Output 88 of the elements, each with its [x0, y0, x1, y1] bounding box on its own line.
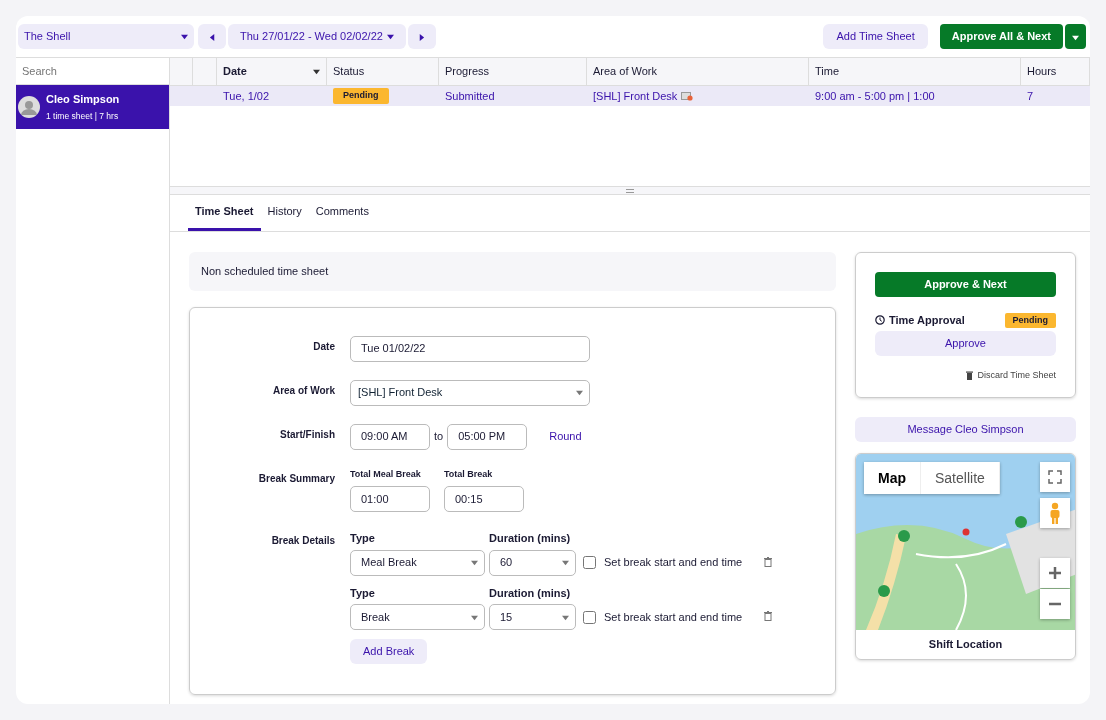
column-header[interactable]: Time	[809, 58, 1021, 85]
map-type-button[interactable]: Satellite	[921, 462, 1000, 494]
dropdown-toggle-button[interactable]	[1065, 24, 1086, 49]
map-caption: Shift Location	[927, 637, 1004, 652]
field-label: Total Break	[444, 467, 494, 481]
field-label: Break Details	[270, 534, 336, 548]
field-label: Break Summary	[257, 471, 336, 486]
break-type-dropdown[interactable]: Meal Break	[350, 549, 485, 576]
discard-time-sheet-link[interactable]: Discard Time Sheet	[977, 368, 1056, 382]
clock-icon	[875, 315, 885, 326]
area-of-work-dropdown[interactable]: [SHL] Front Desk	[350, 379, 590, 406]
delete-icon[interactable]	[764, 611, 773, 621]
column-header[interactable]: Area of Work	[587, 58, 809, 85]
caret-icon	[471, 613, 478, 621]
caret-icon	[386, 33, 394, 40]
checkbox-label: Set break start and end time	[604, 555, 743, 571]
trash-icon	[966, 370, 974, 380]
location-dropdown[interactable]: The Shell	[18, 24, 194, 49]
table-cell-text: Tue, 1/02	[223, 88, 270, 104]
checkbox[interactable]	[583, 556, 596, 569]
delete-icon[interactable]	[764, 556, 773, 567]
checkbox-label: Set break start and end time	[604, 609, 743, 625]
field-label: Start/Finish	[279, 427, 336, 442]
previous-week-button[interactable]	[198, 24, 226, 49]
zoom-out-button[interactable]	[1040, 589, 1070, 619]
card-warning-icon	[681, 91, 694, 101]
total-break-field[interactable]: 00:15	[444, 486, 524, 512]
tab[interactable]: Comments	[308, 195, 376, 231]
caret-icon	[181, 33, 188, 40]
field-label: Date	[312, 339, 336, 354]
person-name: Cleo Simpson	[46, 91, 120, 107]
zoom-in-button[interactable]	[1040, 558, 1070, 588]
field-label: Type	[350, 585, 376, 601]
column-header[interactable]: Progress	[439, 58, 587, 85]
duration-dropdown[interactable]: 15	[489, 604, 576, 630]
finish-time-field[interactable]: 05:00 PM	[447, 423, 528, 450]
table-cell-text: [SHL] Front Desk	[593, 88, 678, 104]
field-label: Total Meal Break	[350, 467, 422, 481]
splitter-handle-icon[interactable]	[626, 188, 634, 193]
caret-icon	[576, 389, 583, 396]
avatar-icon	[18, 96, 40, 118]
table-row[interactable]: Tue, 1/02 Pending Submitted [SHL] Front Desk 9:00 am - 5:00 pm | 1:00 7	[170, 86, 1090, 106]
status-badge: Pending	[333, 88, 389, 104]
add-time-sheet-button[interactable]: Add Time Sheet	[823, 24, 928, 49]
map-type-button[interactable]: Map	[864, 462, 921, 494]
fullscreen-icon	[1048, 470, 1062, 484]
time-approval-title: Time Approval	[889, 313, 965, 328]
table-cell-text: 9:00 am - 5:00 pm | 1:00	[815, 88, 935, 104]
table-cell-text: 7	[1027, 88, 1034, 104]
caret-icon	[208, 33, 216, 41]
start-time-field[interactable]: 09:00 AM	[350, 423, 430, 450]
plus-icon	[1048, 566, 1062, 580]
next-week-button[interactable]	[407, 24, 436, 49]
approve-button[interactable]: Approve	[875, 330, 1056, 356]
date-field[interactable]: Tue 01/02/22	[350, 335, 590, 362]
tab[interactable]: Time Sheet	[188, 195, 261, 231]
add-break-button[interactable]: Add Break	[350, 639, 428, 664]
checkbox[interactable]	[583, 610, 596, 624]
to-label: to	[434, 429, 444, 445]
approve-next-button[interactable]: Approve & Next	[875, 272, 1056, 297]
person-icon	[1049, 502, 1061, 524]
status-badge: Pending	[1004, 312, 1056, 328]
field-label: Area of Work	[271, 383, 336, 398]
caret-icon	[562, 613, 569, 621]
total-meal-break-field[interactable]: 01:00	[350, 486, 430, 512]
tab[interactable]: History	[260, 195, 309, 231]
field-label: Duration (mins)	[489, 531, 572, 546]
duration-dropdown[interactable]: 60	[489, 549, 576, 576]
field-label: Duration (mins)	[489, 585, 572, 601]
fullscreen-button[interactable]	[1040, 462, 1070, 492]
person-list-item[interactable]: Cleo Simpson 1 time sheet | 7 hrs	[16, 85, 169, 129]
date-range-dropdown[interactable]: Thu 27/01/22 - Wed 02/02/22	[228, 24, 406, 49]
notice-text: Non scheduled time sheet	[189, 252, 836, 291]
approve-all-next-button[interactable]: Approve All & Next	[939, 24, 1063, 49]
column-header[interactable]: Hours	[1021, 58, 1090, 85]
caret-icon	[418, 33, 426, 41]
round-link[interactable]: Round	[549, 428, 582, 445]
break-type-dropdown[interactable]: Break	[350, 604, 485, 630]
sort-icon	[313, 68, 320, 75]
table-cell-text: Submitted	[445, 88, 495, 104]
column-header[interactable]: Status	[327, 58, 439, 85]
caret-icon	[1072, 33, 1079, 41]
field-label: Type	[350, 531, 376, 546]
timesheet-summary: 1 time sheet | 7 hrs	[46, 110, 120, 124]
message-button[interactable]: Message Cleo Simpson	[855, 417, 1076, 442]
caret-icon	[471, 559, 478, 566]
caret-icon	[562, 559, 569, 566]
column-header[interactable]: Date	[217, 58, 327, 85]
